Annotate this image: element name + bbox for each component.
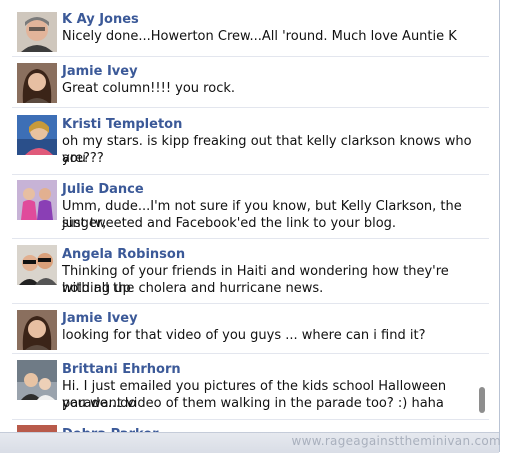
separator	[12, 353, 489, 354]
comment-text-line: looking for that video of you guys ... w…	[62, 328, 426, 343]
watermark: www.rageagainsttheminivan.com	[291, 434, 501, 448]
comment-author-link[interactable]: Julie Dance	[62, 181, 144, 198]
separator	[12, 107, 489, 108]
comment-text-line: just tweeted and Facebook'ed the link to…	[62, 216, 397, 231]
comment-text-line: with all the cholera and hurricane news.	[62, 281, 324, 296]
comment-text-line: Great column!!!! you rock.	[62, 81, 235, 96]
comment-author-link[interactable]: Kristi Templeton	[62, 116, 182, 133]
separator	[12, 419, 489, 420]
separator	[12, 238, 489, 239]
avatar[interactable]	[17, 12, 57, 52]
comment-text-line: you want video of them walking in the pa…	[62, 396, 444, 411]
comment-author-link[interactable]: Angela Robinson	[62, 246, 185, 263]
avatar[interactable]	[17, 63, 57, 103]
comment-author-link[interactable]: Jamie Ivey	[62, 63, 138, 80]
avatar[interactable]	[17, 115, 57, 155]
comment-author-link[interactable]: Brittani Ehrhorn	[62, 361, 181, 378]
avatar[interactable]	[17, 245, 57, 285]
avatar[interactable]	[17, 180, 57, 220]
separator	[12, 174, 489, 175]
scrollbar-thumb[interactable]	[479, 387, 485, 413]
comment-author-link[interactable]: Jamie Ivey	[62, 310, 138, 327]
comment-text-line: Nicely done...Howerton Crew...All 'round…	[62, 29, 457, 44]
avatar[interactable]	[17, 360, 57, 400]
comment-feed: K Ay Jones Nicely done...Howerton Crew..…	[0, 0, 500, 452]
separator	[12, 303, 489, 304]
comment-text-line: are???	[62, 151, 104, 166]
separator	[12, 56, 489, 57]
avatar[interactable]	[17, 310, 57, 350]
comment-author-link[interactable]: K Ay Jones	[62, 11, 139, 28]
